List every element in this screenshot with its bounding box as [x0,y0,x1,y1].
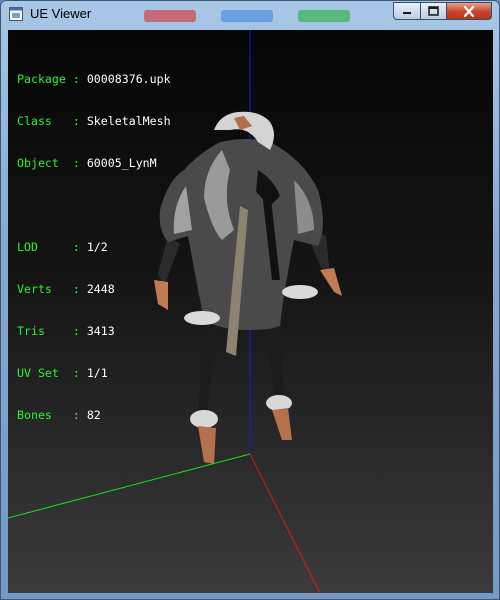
uvset-value: 1/1 [86,366,108,380]
maximize-button[interactable] [420,2,447,20]
minimize-button[interactable] [393,2,421,20]
app-window: UE Viewer Package: 00008376.upk Class:… [0,0,500,600]
app-icon [9,7,23,21]
close-icon [463,5,475,17]
info-row-object: Object : 60005_LynM [17,156,157,170]
title-bar-decoration-green [298,10,350,22]
class-value: SkeletalMesh [86,114,171,128]
close-button[interactable] [446,2,492,20]
character-model [154,111,342,464]
lod-value: 1/2 [86,240,108,254]
3d-viewport[interactable]: Package : 00008376.upk Class : SkeletalM… [8,30,493,593]
info-row-class: Class : SkeletalMesh [17,114,171,128]
verts-value: 2448 [86,282,115,296]
x-axis [249,453,321,593]
info-row-bones: Bones : 82 [17,408,101,422]
package-value: 00008376.upk [86,72,171,86]
info-row-package: Package : 00008376.upk [17,72,171,86]
maximize-icon [428,6,439,16]
bones-value: 82 [86,408,101,422]
info-overlay: Package : 00008376.upk Class : SkeletalM… [17,44,171,450]
info-row-tris: Tris : 3413 [17,324,115,338]
title-bar-decoration-red [144,10,196,22]
minimize-icon [403,12,411,14]
tris-value: 3413 [86,324,115,338]
info-row-lod: LOD : 1/2 [17,240,108,254]
object-value: 60005_LynM [86,156,157,170]
window-title: UE Viewer [30,6,92,21]
info-row-verts: Verts : 2448 [17,282,115,296]
info-row-uvset: UV Set : 1/1 [17,366,108,380]
title-bar[interactable]: UE Viewer [1,1,499,29]
title-bar-decoration-blue [221,10,273,22]
